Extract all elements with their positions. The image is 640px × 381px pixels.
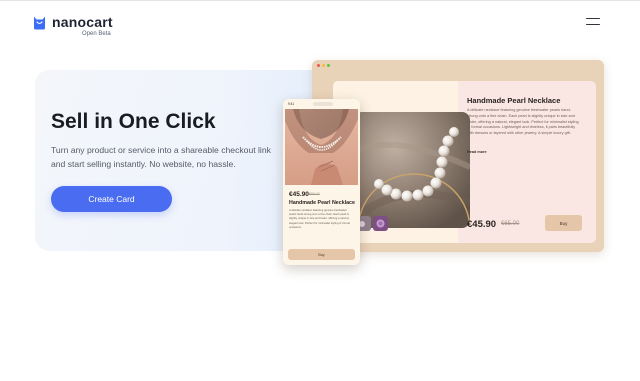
read-more-link[interactable]: Read more [467,150,487,154]
shopping-bag-icon [33,15,46,30]
desktop-product-description: A delicate necklace featuring genuine fr… [467,108,579,136]
brand-name: nanocart [52,14,113,30]
top-divider [0,0,640,1]
hero-subtitle: Turn any product or service into a share… [51,145,271,169]
desktop-product-title: Handmade Pearl Necklace [467,96,561,105]
mobile-product-title: Handmade Pearl Necklace [289,200,355,206]
mobile-url-bar [313,101,333,106]
window-minimize-dot [322,64,325,67]
mobile-time: 9:41 [288,102,295,106]
hamburger-menu-icon[interactable] [586,18,600,27]
mobile-product-description: A delicate necklace featuring genuine fr… [289,209,350,229]
mobile-price: €45.90 [289,191,309,198]
create-card-button[interactable]: Create Card [51,186,172,212]
pearl-necklace-image [354,112,470,228]
mobile-old-price: €65.00 [309,192,320,196]
thumbnail-2[interactable] [373,216,388,231]
mobile-buy-button[interactable]: Buy [288,249,355,260]
hero-title: Sell in One Click [51,110,216,133]
window-close-dot [317,64,320,67]
desktop-price: €45.90 [467,219,497,230]
window-maximize-dot [327,64,330,67]
brand-logo[interactable]: nanocart Open Beta [33,15,113,37]
mobile-preview-frame: 9:41 [283,99,360,265]
desktop-old-price: €65.00 [501,221,520,227]
beta-badge: Open Beta [82,31,111,37]
mobile-necklace-image [285,109,358,185]
desktop-buy-button[interactable]: Buy [545,215,582,231]
mobile-status-bar: 9:41 [283,99,360,109]
brand-text: nanocart Open Beta [52,15,113,37]
